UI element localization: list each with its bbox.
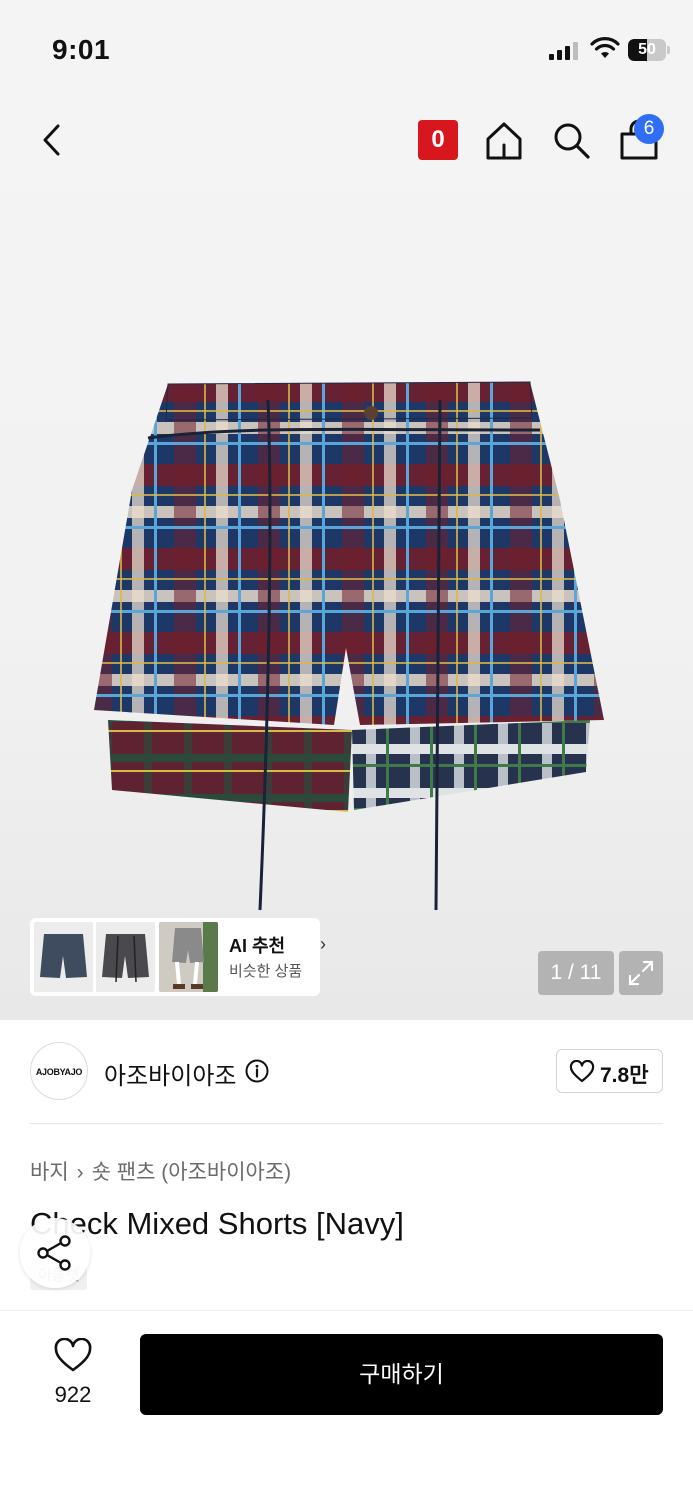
brand-like-count: 7.8만 (600, 1064, 649, 1087)
chevron-right-icon: › (76, 1161, 84, 1184)
wifi-icon (590, 37, 620, 58)
brand-name[interactable]: 아조바이아조 (104, 1056, 236, 1091)
heart-icon (54, 1338, 92, 1372)
wish-button[interactable]: 922 (30, 1336, 116, 1416)
image-page-counter: 1 / 11 (538, 951, 614, 995)
ai-recommend-title: AI 추천 (229, 936, 286, 956)
zero-badge-button[interactable]: 0 (418, 120, 458, 160)
breadcrumb-subcategory[interactable]: 숏 팬츠 (아조바이아조) (92, 1161, 292, 1184)
signal-icon (549, 40, 579, 60)
search-icon[interactable] (551, 120, 591, 162)
share-icon[interactable] (20, 1218, 90, 1288)
status-time: 9:01 (52, 34, 111, 65)
brand-like-button[interactable]: 7.8만 (556, 1049, 663, 1093)
brand-logo[interactable]: AJOBYAJO (30, 1042, 88, 1100)
wish-count: 922 (54, 1382, 92, 1407)
buy-button[interactable]: 구매하기 (140, 1334, 663, 1415)
product-image[interactable] (90, 380, 610, 920)
recommend-thumbnail[interactable] (159, 922, 218, 992)
expand-icon[interactable] (619, 951, 663, 995)
info-icon[interactable] (245, 1059, 269, 1083)
breadcrumb-category[interactable]: 바지 (30, 1161, 69, 1184)
chevron-right-icon: › (320, 934, 326, 954)
product-gallery[interactable]: 9:01 50 0 6 AI 추천 › 비슷한 상품 1 / 11 (0, 0, 693, 1020)
home-icon[interactable] (484, 120, 524, 162)
heart-icon (569, 1060, 595, 1083)
ai-recommend-subtitle: 비슷한 상품 (229, 963, 303, 980)
cart-count-badge: 6 (634, 114, 664, 144)
back-icon[interactable] (36, 120, 70, 160)
recommend-thumbnail[interactable] (34, 922, 93, 992)
divider (0, 1310, 693, 1311)
battery-icon: 50 (628, 39, 670, 61)
recommend-thumbnail[interactable] (96, 922, 155, 992)
battery-level: 50 (638, 41, 656, 58)
ai-recommend-card[interactable]: AI 추천 › 비슷한 상품 (30, 918, 326, 996)
breadcrumb: 바지 › 숏 팬츠 (아조바이아조) (30, 1156, 291, 1186)
divider (30, 1123, 663, 1124)
